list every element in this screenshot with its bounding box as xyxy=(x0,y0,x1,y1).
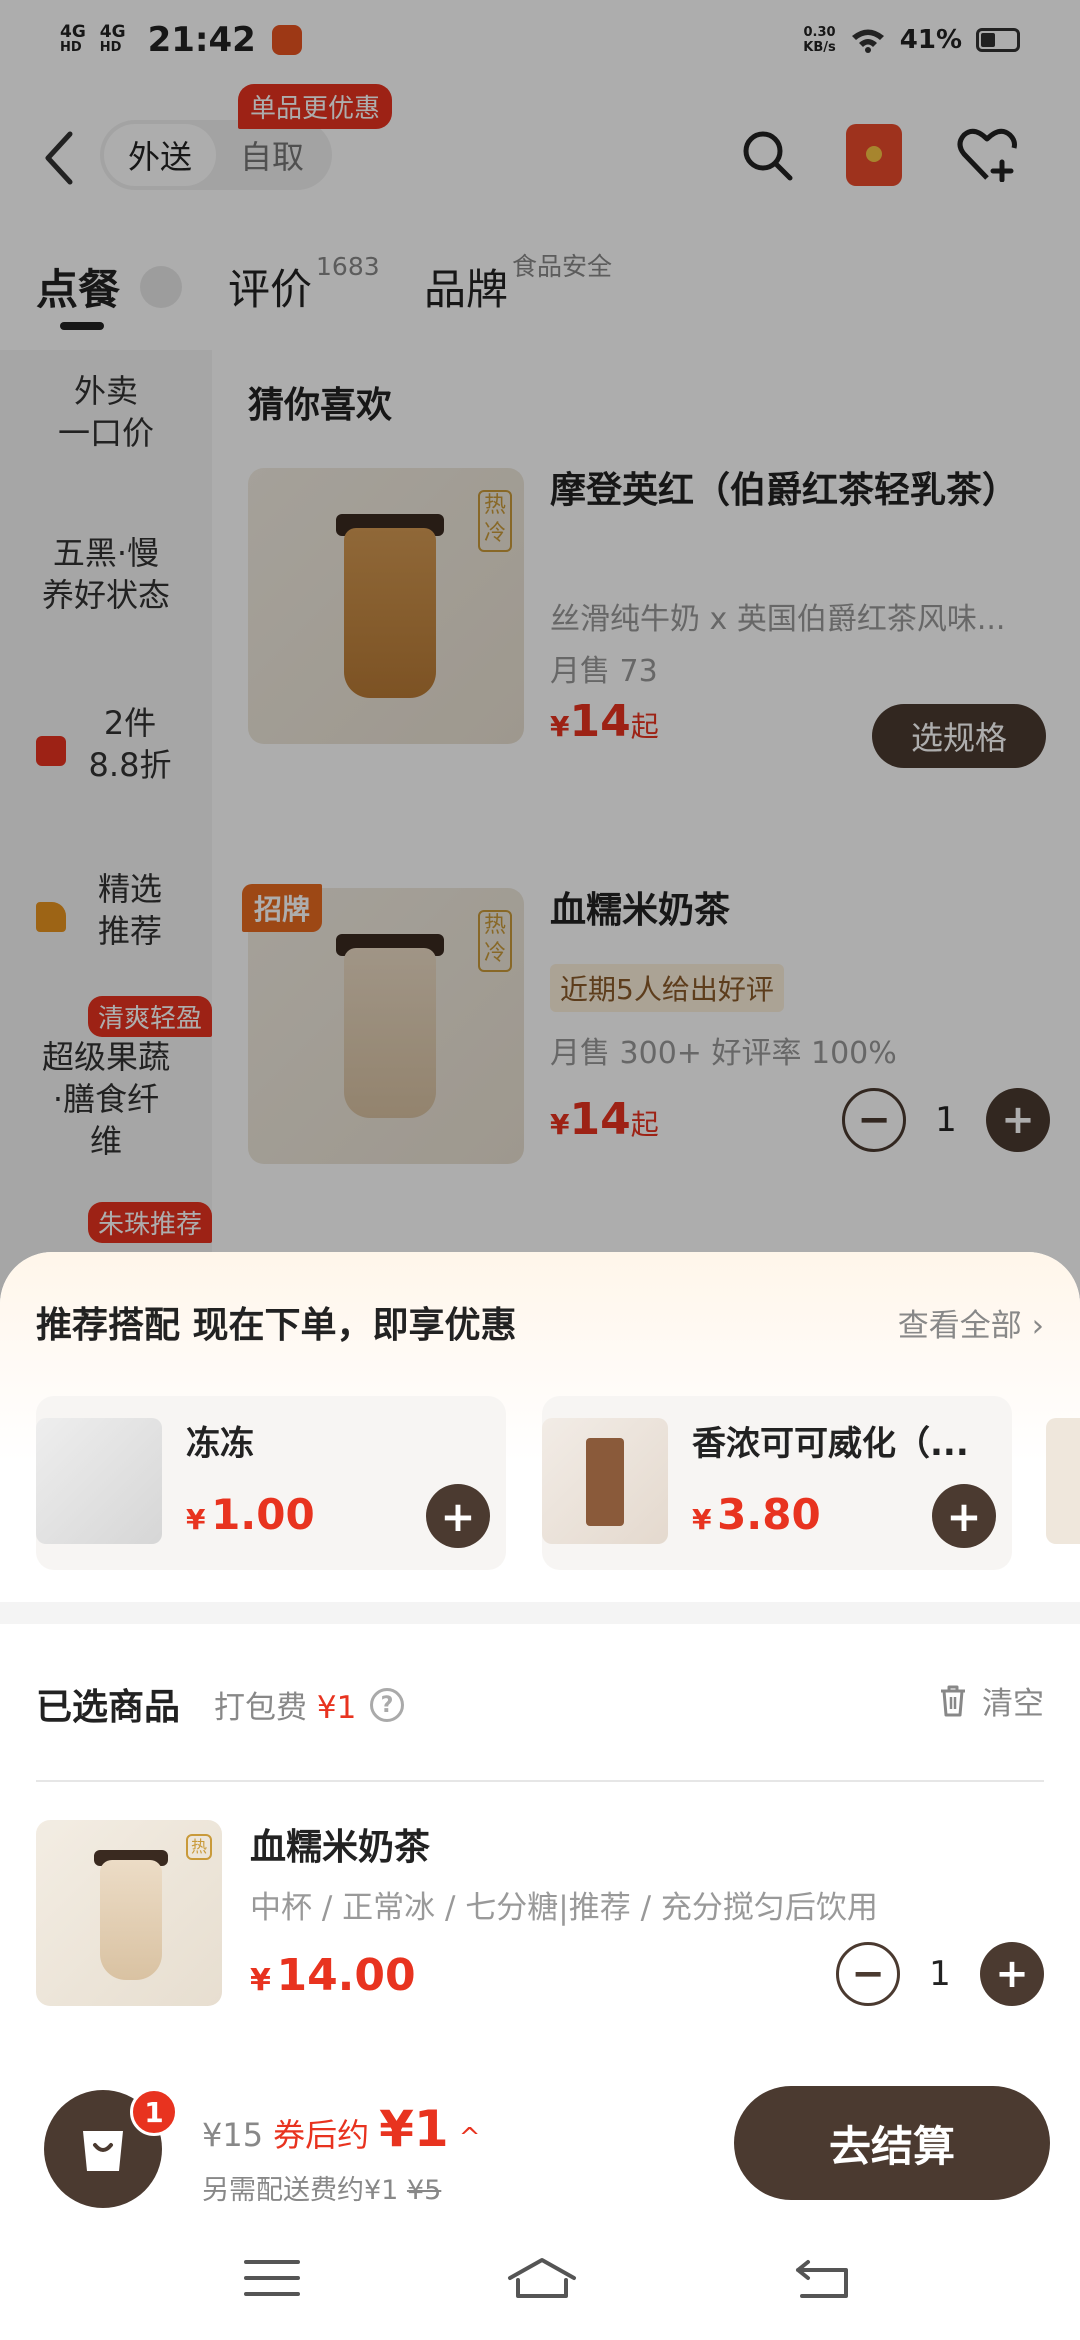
selected-item-image: 热 xyxy=(36,1820,222,2006)
clear-label: 清空 xyxy=(982,1686,1044,1722)
cart-count-badge: 1 xyxy=(130,2088,178,2136)
recommend-name: 香浓可可威化（... xyxy=(692,1424,969,1464)
after-coupon-label: 券后约 xyxy=(273,2116,370,2154)
price-value: 3.80 xyxy=(717,1490,821,1539)
decrease-button[interactable]: − xyxy=(836,1942,900,2006)
selected-title: 已选商品 xyxy=(36,1687,181,1728)
quantity-value: 1 xyxy=(929,1954,951,1994)
recommend-image xyxy=(36,1418,162,1544)
section-divider xyxy=(0,1602,1080,1624)
selected-item-price: ¥ 14.00 xyxy=(250,1950,416,2001)
recommend-name: 冻冻 xyxy=(186,1424,254,1464)
increase-button[interactable]: + xyxy=(980,1942,1044,2006)
currency: ¥ xyxy=(250,1963,271,1998)
shopping-bag-icon xyxy=(83,2131,123,2171)
trash-icon xyxy=(941,1685,965,1716)
cart-bar: 1 ¥15 券后约 ¥1 ^ 另需配送费约¥1 ¥5 去结算 xyxy=(0,2072,1080,2212)
home-icon[interactable] xyxy=(506,2256,578,2300)
packing-fee: 打包费 ¥1 xyxy=(214,1682,356,1727)
packing-fee-amount: ¥1 xyxy=(316,1690,357,1726)
chevron-up-icon: ^ xyxy=(458,2123,481,2153)
help-icon[interactable]: ? xyxy=(370,1688,404,1722)
recommend-title: 推荐搭配 现在下单，即享优惠 xyxy=(36,1305,517,1346)
hot-tag: 热 xyxy=(186,1834,212,1860)
add-button[interactable]: + xyxy=(426,1484,490,1548)
selected-item-name: 血糯米奶茶 xyxy=(250,1827,431,1868)
recommend-card[interactable]: 香浓可可威化（... ¥ 3.80 + xyxy=(542,1396,1012,1570)
packing-fee-label: 打包费 xyxy=(214,1690,307,1726)
price-value: 14.00 xyxy=(276,1950,416,2001)
add-button[interactable]: + xyxy=(932,1484,996,1548)
system-nav-bar xyxy=(0,2212,1080,2340)
delivery-fee-label: 另需配送费约¥1 xyxy=(202,2175,399,2206)
divider-line xyxy=(36,1780,1044,1782)
recommend-image xyxy=(542,1418,668,1544)
currency: ¥ xyxy=(186,1503,206,1536)
cup-shape xyxy=(100,1860,162,1980)
view-all-link[interactable]: 查看全部 › xyxy=(898,1300,1044,1345)
delivery-fee: 另需配送费约¥1 ¥5 xyxy=(202,2168,441,2207)
recommend-price: ¥ 1.00 xyxy=(186,1490,315,1539)
original-total: ¥15 xyxy=(202,2116,264,2154)
selected-item-spec: 中杯 / 正常冰 / 七分糖|推荐 / 充分搅匀后饮用 xyxy=(250,1890,878,1926)
checkout-button[interactable]: 去结算 xyxy=(734,2086,1050,2200)
recommend-price: ¥ 3.80 xyxy=(692,1490,821,1539)
quantity-stepper: − 1 + xyxy=(836,1942,1044,2006)
cart-total[interactable]: ¥15 券后约 ¥1 ^ xyxy=(202,2100,480,2158)
delivery-fee-original: ¥5 xyxy=(406,2175,442,2206)
currency: ¥ xyxy=(692,1503,712,1536)
price-value: 1.00 xyxy=(211,1490,315,1539)
menu-icon[interactable] xyxy=(242,2256,302,2300)
recommend-card-peek[interactable] xyxy=(1046,1418,1080,1544)
clear-button[interactable]: 清空 xyxy=(938,1678,1044,1723)
after-coupon-price: ¥1 xyxy=(379,2100,449,2158)
back-nav-icon[interactable] xyxy=(792,2256,852,2300)
recommend-card[interactable]: 冻冻 ¥ 1.00 + xyxy=(36,1396,506,1570)
